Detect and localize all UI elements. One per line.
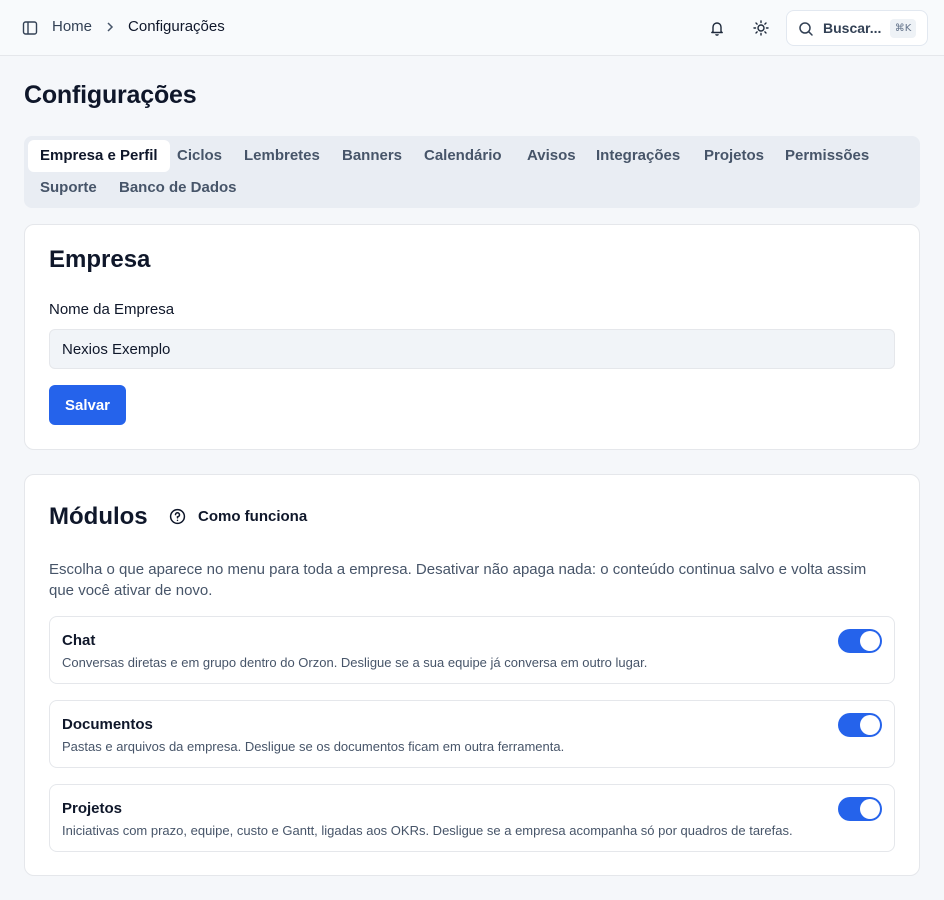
search-label: Buscar... (823, 20, 882, 36)
tab-ciclos[interactable]: Ciclos (165, 140, 234, 172)
how-it-works-label: Como funciona (198, 508, 308, 525)
tab-calendario[interactable]: Calendário (412, 140, 514, 172)
help-circle-icon (169, 508, 186, 525)
tab-avisos[interactable]: Avisos (515, 140, 588, 172)
top-bar: Home Configurações Buscar... ⌘K (0, 0, 944, 56)
tab-banners[interactable]: Banners (330, 140, 414, 172)
search-icon (799, 22, 813, 36)
search-button[interactable]: Buscar... ⌘K (786, 10, 928, 46)
settings-tabs: Empresa e Perfil Ciclos Lembretes Banner… (24, 136, 920, 208)
module-description: Conversas diretas e em grupo dentro do O… (62, 655, 648, 670)
module-description: Pastas e arquivos da empresa. Desligue s… (62, 739, 565, 754)
chevron-right-icon (106, 21, 114, 33)
tab-integracoes[interactable]: Integrações (584, 140, 692, 172)
sidebar-icon[interactable] (22, 20, 38, 36)
module-description: Iniciativas com prazo, equipe, custo e G… (62, 823, 793, 838)
tab-projetos[interactable]: Projetos (692, 140, 776, 172)
tab-empresa-e-perfil[interactable]: Empresa e Perfil (28, 140, 170, 172)
save-button[interactable]: Salvar (49, 385, 126, 425)
page-title: Configurações (24, 81, 197, 109)
search-shortcut: ⌘K (890, 19, 916, 38)
projetos-toggle[interactable] (838, 797, 882, 821)
module-row-chat: Chat Conversas diretas e em grupo dentro… (49, 616, 895, 684)
tab-lembretes[interactable]: Lembretes (232, 140, 332, 172)
toggle-knob (860, 799, 880, 819)
chat-toggle[interactable] (838, 629, 882, 653)
documentos-toggle[interactable] (838, 713, 882, 737)
module-name: Chat (62, 632, 96, 649)
modules-section-title: Módulos (49, 503, 148, 530)
breadcrumb-home-link[interactable]: Home (52, 18, 92, 35)
company-section-title: Empresa (49, 246, 151, 273)
module-row-documentos: Documentos Pastas e arquivos da empresa.… (49, 700, 895, 768)
module-row-projetos: Projetos Iniciativas com prazo, equipe, … (49, 784, 895, 852)
module-name: Documentos (62, 716, 153, 733)
module-name: Projetos (62, 800, 123, 817)
company-name-input[interactable] (49, 329, 895, 369)
tab-permissoes[interactable]: Permissões (773, 140, 881, 172)
company-name-label: Nome da Empresa (49, 301, 175, 318)
breadcrumb: Home Configurações (52, 18, 225, 35)
tab-suporte[interactable]: Suporte (28, 172, 109, 204)
company-card: Empresa Nome da Empresa Salvar (24, 224, 920, 450)
bell-icon[interactable] (709, 20, 725, 36)
modules-card: Módulos Como funciona Escolha o que apar… (24, 474, 920, 876)
breadcrumb-current: Configurações (128, 18, 225, 35)
toggle-knob (860, 631, 880, 651)
tab-banco-de-dados[interactable]: Banco de Dados (107, 172, 249, 204)
toggle-knob (860, 715, 880, 735)
how-it-works-link[interactable]: Como funciona (169, 508, 307, 525)
sun-icon[interactable] (753, 20, 769, 36)
modules-description: Escolha o que aparece no menu para toda … (49, 561, 867, 599)
